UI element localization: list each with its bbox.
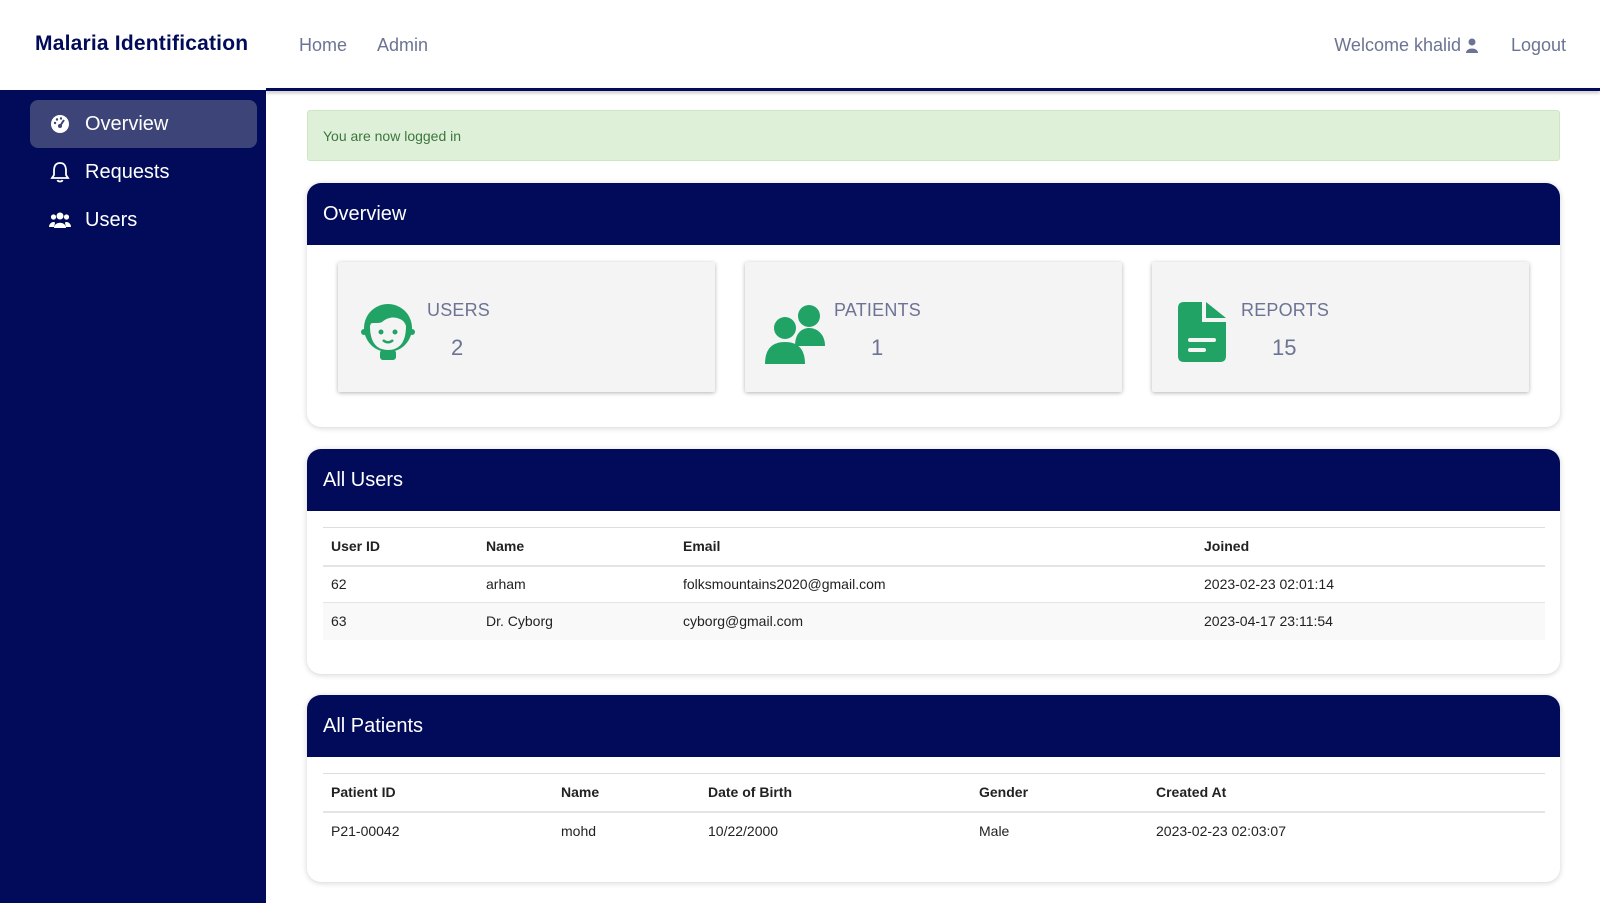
stat-label-users: USERS [427, 300, 491, 320]
table-cell: P21-00042 [323, 811, 553, 849]
sidebar-item-label: Overview [85, 112, 169, 135]
table-cell: arham [478, 565, 675, 603]
overview-card-title: Overview [307, 183, 1560, 245]
stat-label-reports: REPORTS [1241, 300, 1330, 320]
users-table: User ID Name Email Joined 62 arham folks… [323, 527, 1545, 640]
table-cell: cyborg@gmail.com [675, 602, 1196, 640]
table-cell: 2023-02-23 02:03:07 [1148, 811, 1545, 849]
stat-card-reports: REPORTS 15 [1152, 262, 1529, 392]
table-cell: Dr. Cyborg [478, 602, 675, 640]
nav-admin-link[interactable]: Admin [377, 35, 428, 56]
patients-table: Patient ID Name Date of Birth Gender Cre… [323, 773, 1545, 849]
stat-value-users: 2 [451, 335, 464, 360]
column-header[interactable]: Joined [1196, 527, 1545, 567]
sidebar-item-overview[interactable]: Overview [30, 100, 257, 148]
table-cell: 62 [323, 565, 478, 603]
column-header[interactable]: Email [675, 527, 1196, 567]
top-navbar: Malaria Identification Home Admin Welcom… [0, 0, 1600, 90]
column-header[interactable]: Created At [1148, 773, 1545, 813]
column-header[interactable]: User ID [323, 527, 478, 567]
column-header[interactable]: Date of Birth [700, 773, 971, 813]
stat-value-reports: 15 [1272, 335, 1297, 360]
table-cell: mohd [553, 811, 700, 849]
all-users-title: All Users [307, 449, 1560, 511]
sidebar-item-users[interactable]: Users [30, 196, 257, 244]
column-header[interactable]: Name [553, 773, 700, 813]
column-header[interactable]: Patient ID [323, 773, 553, 813]
table-cell: 2023-04-17 23:11:54 [1196, 602, 1545, 640]
stat-card-users: USERS 2 [338, 262, 715, 392]
header-divider [266, 88, 1600, 91]
table-cell: 2023-02-23 02:01:14 [1196, 565, 1545, 603]
column-header[interactable]: Gender [971, 773, 1148, 813]
sidebar-item-label: Users [85, 208, 138, 231]
brand-title[interactable]: Malaria Identification [35, 32, 248, 56]
document-icon [1170, 300, 1234, 364]
sidebar: Overview Requests Users [0, 90, 266, 903]
stat-value-patients: 1 [871, 335, 884, 360]
people-icon [763, 300, 827, 364]
stat-label-patients: PATIENTS [834, 300, 921, 320]
bell-icon [49, 161, 71, 183]
table-cell: 10/22/2000 [700, 811, 971, 849]
table-cell: 63 [323, 602, 478, 640]
nav-home-link[interactable]: Home [299, 35, 347, 56]
login-success-alert: You are now logged in [307, 110, 1560, 161]
table-cell: folksmountains2020@gmail.com [675, 565, 1196, 603]
stat-card-patients: PATIENTS 1 [745, 262, 1122, 392]
all-patients-title: All Patients [307, 695, 1560, 757]
logout-link[interactable]: Logout [1511, 35, 1566, 56]
user-face-icon [356, 300, 420, 364]
sidebar-item-label: Requests [85, 160, 170, 183]
table-row[interactable]: 62 arham folksmountains2020@gmail.com 20… [323, 565, 1545, 603]
dashboard-gauge-icon [49, 113, 71, 135]
all-patients-card: All Patients Patient ID Name Date of Bir… [307, 695, 1560, 882]
table-row[interactable]: 63 Dr. Cyborg cyborg@gmail.com 2023-04-1… [323, 602, 1545, 640]
sidebar-item-requests[interactable]: Requests [30, 148, 257, 196]
welcome-user[interactable]: Welcome khalid [1334, 35, 1478, 56]
user-icon [1466, 38, 1478, 53]
table-cell: Male [971, 811, 1148, 849]
users-icon [49, 209, 71, 231]
all-users-card: All Users User ID Name Email Joined 62 a… [307, 449, 1560, 674]
column-header[interactable]: Name [478, 527, 675, 567]
table-row[interactable]: P21-00042 mohd 10/22/2000 Male 2023-02-2… [323, 811, 1545, 849]
welcome-text: Welcome khalid [1334, 35, 1461, 55]
